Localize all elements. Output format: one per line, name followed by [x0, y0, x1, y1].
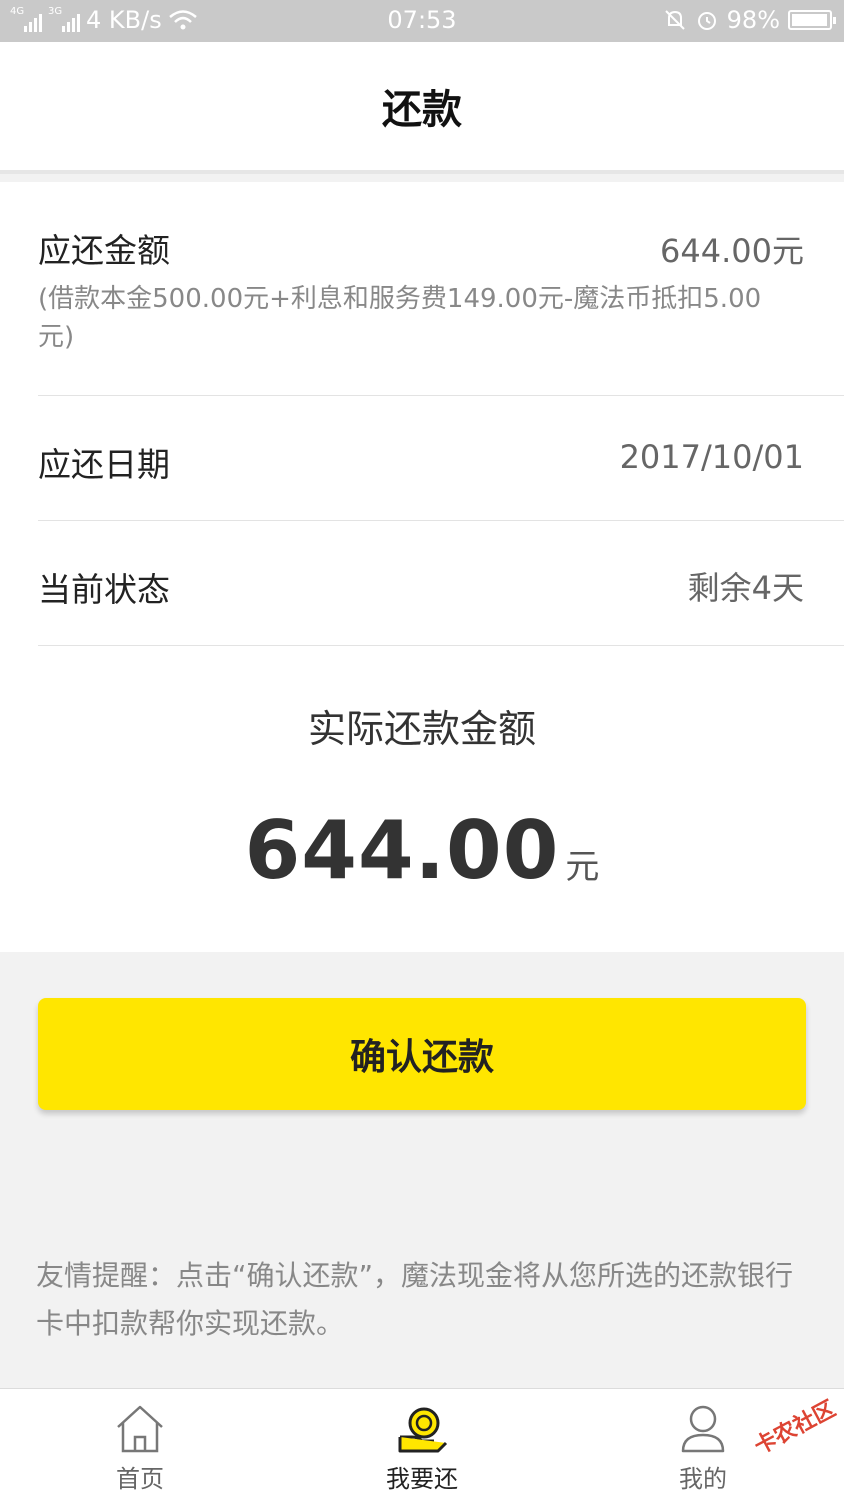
amount-due-label: 应还金额 [38, 231, 170, 270]
tab-mine-label: 我的 [679, 1465, 727, 1493]
actual-amount: 644.00 元 [0, 804, 844, 897]
status-row: 当前状态 剩余4天 [38, 521, 844, 646]
status-label: 当前状态 [38, 570, 170, 609]
home-icon [117, 1405, 163, 1453]
amount-due-row: 应还金额 644.00元 (借款本金500.00元+利息和服务费149.00元-… [38, 182, 844, 396]
user-icon [681, 1405, 725, 1453]
status-value: 剩余4天 [687, 569, 804, 607]
actual-amount-unit: 元 [565, 847, 600, 887]
actual-amount-label: 实际还款金额 [307, 707, 536, 751]
confirm-repay-button[interactable]: 确认还款 [38, 998, 806, 1110]
battery-icon [788, 10, 836, 30]
tab-home-label: 首页 [116, 1465, 164, 1493]
silent-bell-icon [664, 10, 685, 30]
due-date-value: 2017/10/01 [619, 438, 804, 476]
bill-card: 应还金额 644.00元 (借款本金500.00元+利息和服务费149.00元-… [0, 182, 844, 952]
actual-amount-value: 644.00 [244, 804, 560, 897]
tab-home[interactable]: 首页 [50, 1389, 230, 1500]
status-bar: 4G 3G 4 KB/s 07:53 98% [0, 0, 844, 42]
alarm-icon [697, 12, 716, 30]
due-date-row: 应还日期 2017/10/01 [38, 396, 844, 521]
due-date-label: 应还日期 [38, 445, 170, 484]
tab-repay-label: 我要还 [386, 1465, 458, 1493]
tab-repay[interactable]: 我要还 [332, 1389, 512, 1500]
amount-due-value: 644.00元 [660, 232, 804, 270]
amount-breakdown-note: (借款本金500.00元+利息和服务费149.00元-魔法币抵扣5.00元) [38, 284, 762, 352]
battery-percent: 98% [726, 6, 780, 34]
bottom-tab-bar: 首页 我要还 我的 [0, 1388, 844, 1500]
status-right: 98% [663, 6, 836, 34]
reminder-tip: 友情提醒：点击“确认还款”，魔法现金将从您所选的还款银行卡中扣款帮你实现还款。 [36, 1259, 794, 1340]
repay-icon [398, 1407, 448, 1453]
page-title: 还款 [382, 87, 462, 133]
title-bar: 还款 [0, 42, 844, 174]
